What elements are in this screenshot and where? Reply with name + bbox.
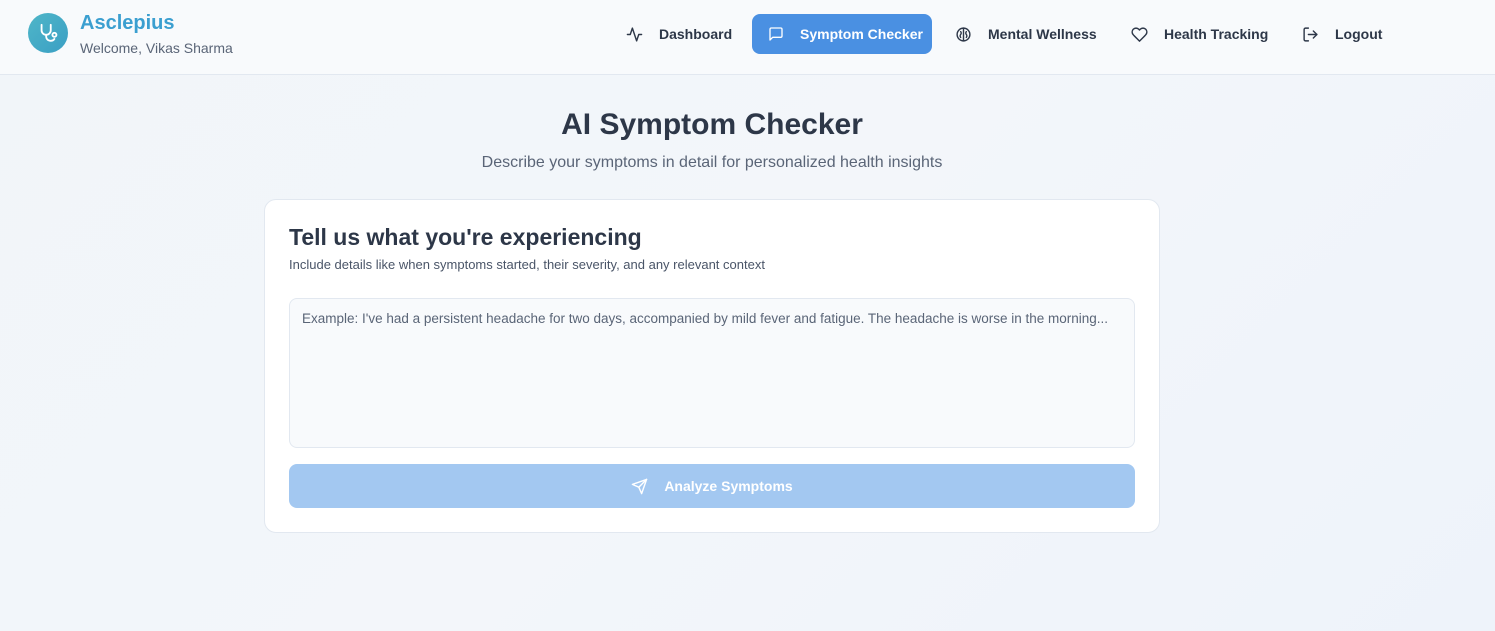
activity-icon — [626, 26, 643, 42]
heart-icon — [1131, 26, 1148, 42]
card-title: Tell us what you're experiencing — [289, 224, 642, 250]
nav-symptom-checker[interactable]: Symptom Checker — [752, 14, 932, 54]
card-hint: Include details like when symptoms start… — [289, 257, 765, 272]
nav-mental-wellness[interactable]: Mental Wellness — [955, 14, 1105, 54]
symptom-textarea[interactable] — [289, 298, 1135, 448]
nav-dashboard[interactable]: Dashboard — [626, 14, 736, 54]
nav-dashboard-label: Dashboard — [659, 26, 733, 42]
nav-logout[interactable]: Logout — [1302, 14, 1392, 54]
analyze-symptoms-label: Analyze Symptoms — [664, 478, 793, 494]
nav-health-tracking[interactable]: Health Tracking — [1131, 14, 1281, 54]
analyze-symptoms-button[interactable]: Analyze Symptoms — [289, 464, 1135, 508]
nav-logout-label: Logout — [1335, 26, 1383, 42]
nav-health-tracking-label: Health Tracking — [1164, 26, 1269, 42]
stethoscope-icon — [40, 23, 58, 42]
message-square-icon — [769, 27, 783, 41]
welcome-message: Welcome, Vikas Sharma — [80, 40, 233, 56]
nav-symptom-checker-label: Symptom Checker — [800, 26, 923, 42]
top-nav-bar: Asclepius Welcome, Vikas Sharma Dashboar… — [0, 0, 1495, 75]
brand-name: Asclepius — [80, 12, 175, 34]
logout-icon — [1303, 26, 1318, 42]
page-subtitle: Describe your symptoms in detail for per… — [481, 154, 943, 171]
send-icon — [632, 478, 648, 494]
symptom-input-card: Tell us what you're experiencing Include… — [264, 199, 1160, 533]
page-title: AI Symptom Checker — [561, 108, 863, 141]
brain-icon — [956, 26, 971, 42]
brand-logo[interactable] — [28, 13, 68, 53]
nav-mental-wellness-label: Mental Wellness — [988, 26, 1097, 42]
